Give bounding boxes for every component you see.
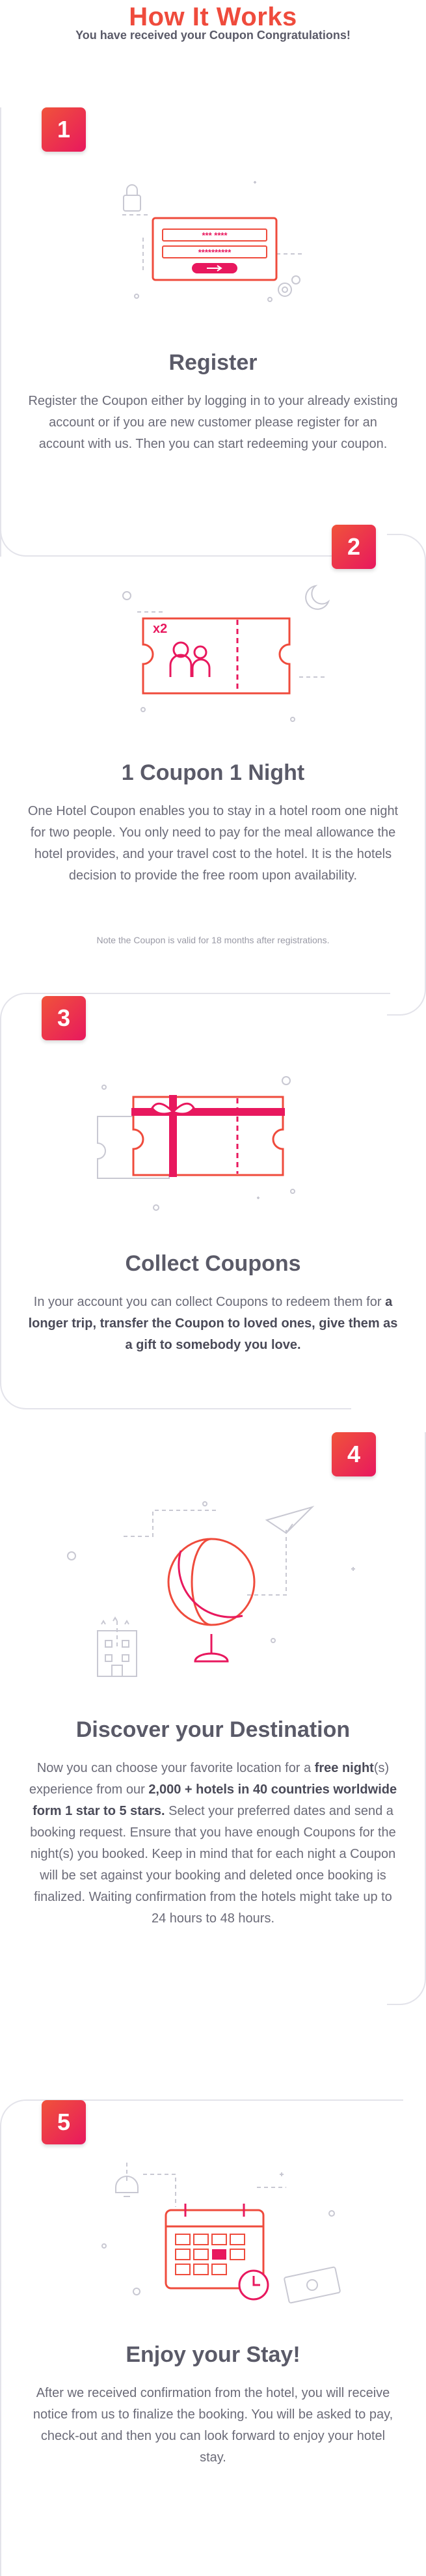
step-1-title: Register (168, 350, 258, 375)
step-4-badge: 4 (332, 1432, 376, 1476)
step-1-badge: 1 (42, 107, 86, 152)
login-form-icon: *** **** ********** (122, 181, 302, 302)
step-3-title: Collect Coupons (125, 1251, 301, 1276)
globe-icon (67, 1501, 355, 1677)
step-4-bold-1: free night (314, 1761, 374, 1775)
step-3-text-plain: In your account you can collect Coupons … (33, 1295, 386, 1309)
ticket-multiplier: x2 (153, 622, 167, 636)
step-1-text: Register the Coupon either by logging in… (28, 394, 398, 451)
calendar-icon (101, 2161, 341, 2304)
page-subtitle: You have received your Coupon Congratula… (75, 29, 351, 42)
coupon-ticket-icon: x2 (122, 585, 330, 722)
step-5-badge: 5 (42, 2100, 86, 2144)
step-4-text: Now you can choose your favorite locatio… (26, 1758, 400, 1930)
step-1-frame (0, 107, 1, 557)
step-2-text: One Hotel Coupon enables you to stay in … (27, 804, 399, 883)
step-3-badge: 3 (42, 996, 86, 1040)
step-4-text-3: Select your preferred dates and send a b… (30, 1804, 396, 1926)
step-5-title: Enjoy your Stay! (126, 2342, 300, 2367)
step-2-title: 1 Coupon 1 Night (121, 760, 305, 785)
step-2-badge: 2 (332, 525, 376, 569)
step-5-text: After we received confirmation from the … (33, 2386, 393, 2465)
step-1-2-connector (0, 518, 364, 557)
step-4-title: Discover your Destination (75, 1717, 351, 1742)
gift-coupon-icon (97, 1076, 295, 1211)
form-password-2: ********** (198, 247, 232, 257)
form-password-1: *** **** (202, 230, 228, 240)
step-4-text-1: Now you can choose your favorite locatio… (36, 1761, 315, 1775)
step-3-text: In your account you can collect Coupons … (26, 1292, 400, 1356)
step-2-note: Note the Coupon is valid for 18 months a… (96, 935, 330, 945)
